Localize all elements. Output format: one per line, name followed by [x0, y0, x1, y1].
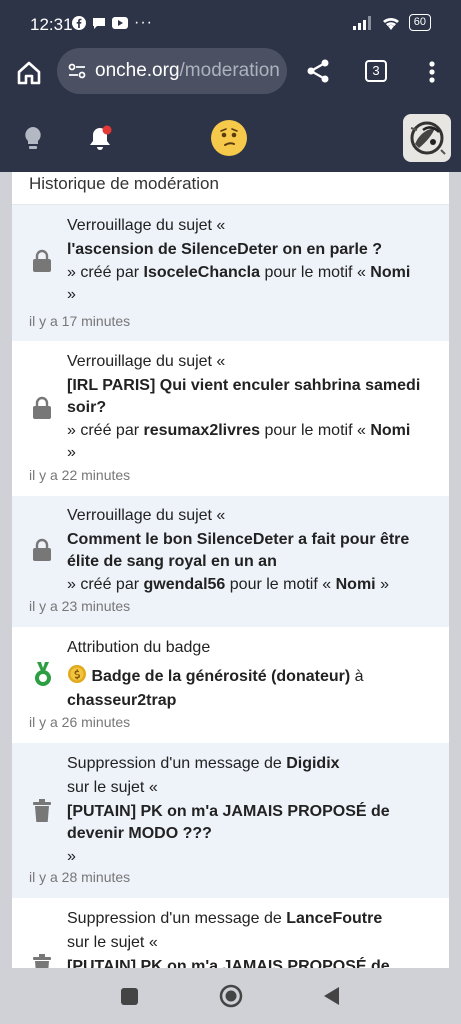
closing-quote: » — [380, 576, 389, 593]
url-host: onche.org — [95, 60, 180, 81]
entry-timestamp: il y a 28 minutes — [29, 869, 131, 885]
mood-emoji-icon[interactable] — [211, 120, 247, 156]
tab-switcher-button[interactable]: 3 — [365, 60, 387, 82]
badge-medal-icon — [35, 662, 51, 686]
entry-body: Verrouillage du sujet « [IRL PARIS] Qui … — [67, 351, 435, 464]
share-icon[interactable] — [303, 56, 333, 86]
reason-prefix: pour le motif « — [264, 264, 366, 281]
closing-quote: » — [67, 286, 76, 303]
closing-quote: » — [67, 444, 76, 461]
badge-line: Badge de la générosité (donateur) à — [67, 664, 435, 688]
topic-link[interactable]: l'ascension de SilenceDeter on en parle … — [67, 239, 435, 261]
reason-text: Nomi — [370, 422, 411, 439]
closing-quote: » — [67, 848, 76, 865]
recent-apps-button[interactable] — [121, 988, 138, 1005]
entry-action-line: Suppression d'un message de Digidix — [67, 753, 435, 775]
wifi-icon — [382, 17, 399, 30]
entry-timestamp: il y a 26 minutes — [29, 714, 131, 730]
topic-link[interactable]: [PUTAIN] PK on m'a JAMAIS PROPOSÉ de dev… — [67, 956, 435, 968]
entry-timestamp: il y a 22 minutes — [29, 467, 131, 483]
author-link[interactable]: gwendal56 — [144, 576, 226, 593]
signal-icon — [352, 15, 371, 30]
moderation-entry: Verrouillage du sujet « [IRL PARIS] Qui … — [12, 341, 449, 496]
reason-text: Nomi — [370, 264, 411, 281]
back-button[interactable] — [322, 985, 342, 1007]
topic-link[interactable]: [PUTAIN] PK on m'a JAMAIS PROPOSÉ de dev… — [67, 801, 435, 845]
entry-action: Verrouillage du sujet « — [67, 217, 226, 234]
created-by-prefix: » créé par — [67, 264, 140, 281]
youtube-icon — [112, 17, 128, 29]
site-settings-icon[interactable] — [67, 61, 87, 81]
created-by-prefix: » créé par — [67, 422, 140, 439]
entry-body: Verrouillage du sujet « l'ascension de S… — [67, 215, 435, 306]
url-text: onche.org/moderation — [95, 60, 280, 82]
entry-created-line: » créé par IsoceleChancla pour le motif … — [67, 262, 435, 284]
badge-suffix: à — [354, 668, 364, 685]
entry-action: Verrouillage du sujet « — [67, 507, 226, 524]
moderation-entry: Verrouillage du sujet « l'ascension de S… — [12, 205, 449, 341]
more-notifications-icon: ··· — [134, 14, 153, 31]
moderation-entry: Verrouillage du sujet « Comment le bon S… — [12, 496, 449, 627]
created-by-prefix: » créé par — [67, 576, 140, 593]
entry-action: Suppression d'un message de — [67, 755, 282, 772]
entry-action-line: Suppression d'un message de LanceFoutre — [67, 908, 435, 930]
address-bar[interactable]: onche.org/moderation — [57, 48, 287, 94]
home-button[interactable] — [219, 984, 243, 1008]
notification-icons: ··· — [72, 14, 153, 32]
badge-name: Badge de la générosité (donateur) — [91, 668, 351, 685]
url-path: /moderation — [179, 60, 280, 81]
home-icon[interactable] — [14, 58, 44, 88]
subject-prefix: sur le sujet « — [67, 779, 158, 796]
author-link[interactable]: LanceFoutre — [286, 910, 382, 927]
entry-body: Suppression d'un message de Digidix sur … — [67, 753, 435, 868]
entry-body: Suppression d'un message de LanceFoutre … — [67, 908, 435, 968]
lock-icon — [33, 538, 51, 561]
overflow-menu-icon[interactable] — [420, 58, 444, 86]
system-status: 60 — [352, 14, 431, 31]
chat-bubble-icon — [93, 18, 105, 29]
battery-indicator: 60 — [408, 14, 431, 31]
facebook-icon — [72, 16, 86, 30]
topic-link[interactable]: [IRL PARIS] Qui vient enculer sahbrina s… — [67, 375, 435, 419]
lock-icon — [33, 396, 51, 419]
author-link[interactable]: IsoceleChancla — [144, 264, 261, 281]
trash-icon — [33, 799, 51, 822]
entry-body: Attribution du badge Badge de la généros… — [67, 637, 435, 712]
status-time: 12:31 — [30, 15, 73, 34]
coin-icon — [68, 665, 86, 683]
reason-prefix: pour le motif « — [264, 422, 366, 439]
entry-action: Suppression d'un message de — [67, 910, 282, 927]
entry-action: Attribution du badge — [67, 639, 211, 656]
entry-created-line: » créé par gwendal56 pour le motif « Nom… — [67, 574, 435, 596]
subject-prefix: sur le sujet « — [67, 934, 158, 951]
panel-title: Historique de modération — [29, 174, 219, 193]
user-avatar[interactable] — [403, 114, 451, 162]
notification-bell-icon[interactable] — [88, 124, 114, 152]
site-header — [0, 104, 461, 172]
entry-created-line: » créé par resumax2livres pour le motif … — [67, 420, 435, 442]
system-navigation-bar — [0, 968, 461, 1024]
reason-text: Nomi — [335, 576, 376, 593]
moderation-entry: Attribution du badge Badge de la généros… — [12, 627, 449, 743]
browser-toolbar: onche.org/moderation 3 — [0, 48, 461, 104]
reason-prefix: pour le motif « — [229, 576, 332, 593]
entry-timestamp: il y a 17 minutes — [29, 313, 131, 329]
lock-icon — [33, 249, 51, 272]
author-link[interactable]: Digidix — [286, 755, 339, 772]
entry-body: Verrouillage du sujet « Comment le bon S… — [67, 505, 435, 596]
recipient-link[interactable]: chasseur2trap — [67, 690, 435, 712]
status-bar: 12:31 ··· 60 — [0, 0, 461, 48]
topic-link[interactable]: Comment le bon SilenceDeter a fait pour … — [67, 529, 435, 573]
trash-icon — [33, 954, 51, 968]
entry-action: Verrouillage du sujet « — [67, 353, 226, 370]
moderation-history-panel: Historique de modération Verrouillage du… — [12, 172, 449, 968]
author-link[interactable]: resumax2livres — [144, 422, 261, 439]
lightbulb-icon[interactable] — [21, 125, 45, 151]
moderation-entry: Suppression d'un message de Digidix sur … — [12, 743, 449, 898]
moderation-entry: Suppression d'un message de LanceFoutre … — [12, 898, 449, 968]
entry-timestamp: il y a 23 minutes — [29, 598, 131, 614]
